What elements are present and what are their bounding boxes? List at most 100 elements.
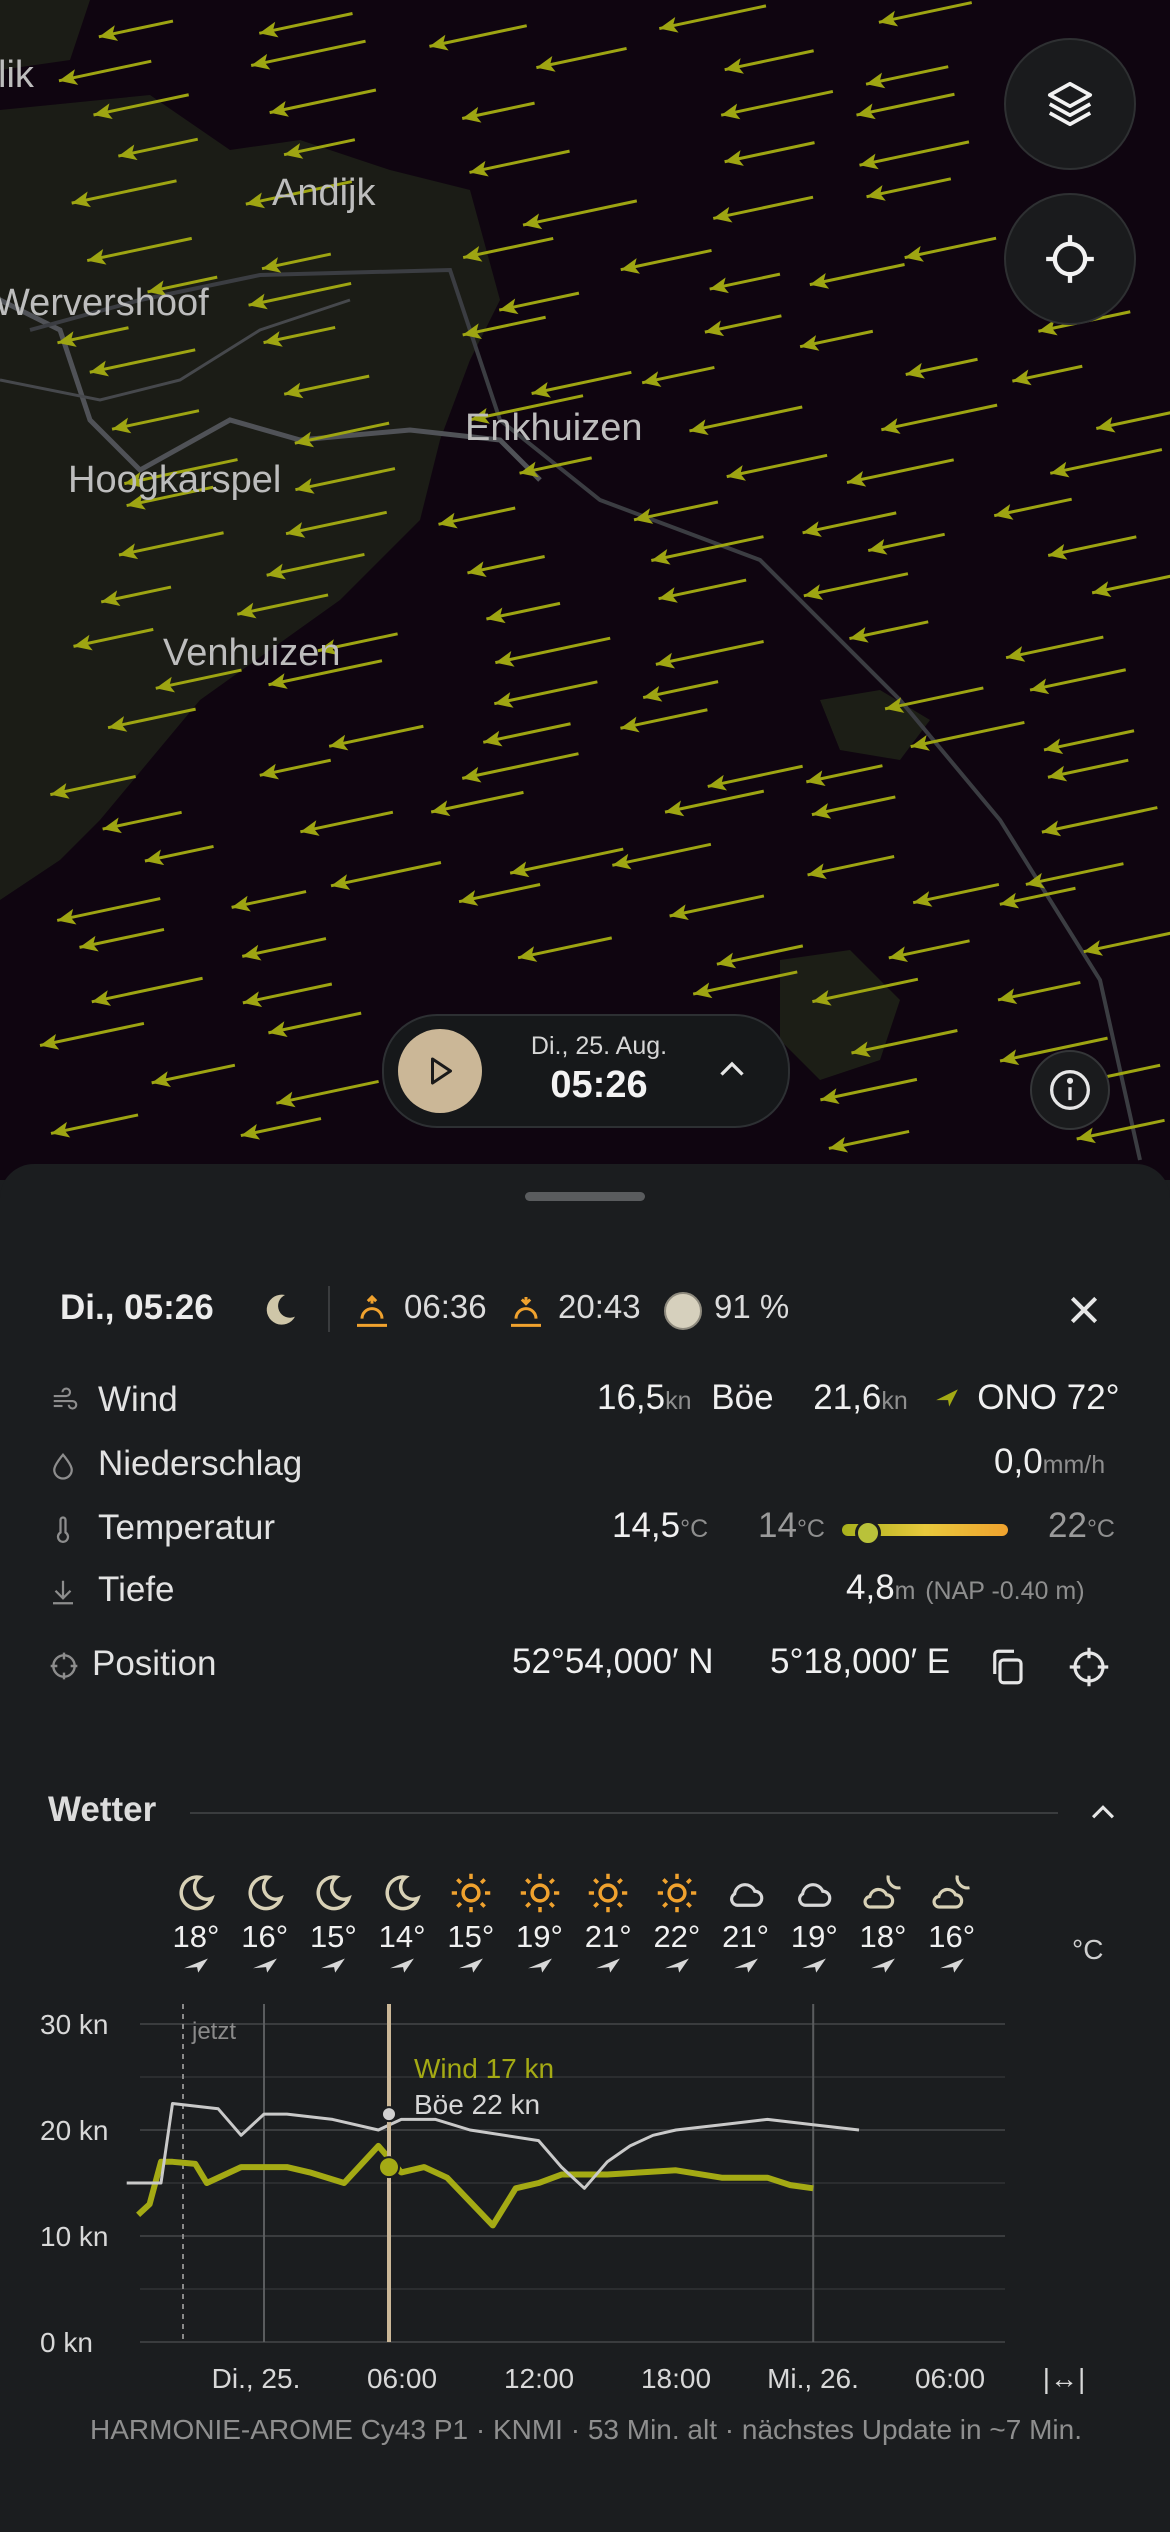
divider xyxy=(190,1812,1058,1814)
play-icon xyxy=(431,1057,452,1085)
wind-arrow xyxy=(650,535,764,565)
wind-arrow xyxy=(642,680,719,702)
precipitation-label: Niederschlag xyxy=(98,1444,303,1483)
wind-arrow xyxy=(50,1113,139,1138)
wind-arrow xyxy=(849,620,929,643)
wind-arrow xyxy=(658,4,767,33)
wind-arrow xyxy=(39,1021,145,1050)
wind-arrow xyxy=(458,883,541,906)
town-label: Enkhuizen xyxy=(465,407,643,449)
wind-arrow xyxy=(269,88,377,117)
wind-arrow xyxy=(866,177,952,201)
wind-map[interactable]: Andijk Wervershoof Enkhuizen Hoogkarspel… xyxy=(0,0,1170,1180)
wind-arrow xyxy=(498,291,580,315)
temperature-row: Temperatur 14,5°C 14°C 22°C xyxy=(0,1498,1170,1558)
wind-arrow xyxy=(1096,407,1170,433)
y-tick-label: 10 kn xyxy=(40,2221,109,2252)
now-label: jetzt xyxy=(191,2018,236,2045)
locate-icon[interactable] xyxy=(1068,1646,1110,1688)
wind-arrow xyxy=(799,329,874,351)
wind-arrow xyxy=(240,1117,322,1140)
sheet-handle[interactable] xyxy=(525,1192,645,1201)
hourly-forecast: 18° 16° 15° 14° 15° 19° 21° 22° 21° 19° 18° 16° xyxy=(0,1872,1170,2012)
wind-arrow xyxy=(809,263,905,289)
moon-phase-icon xyxy=(664,1292,702,1330)
wind-direction-arrow-icon xyxy=(321,1958,346,1973)
wind-arrow xyxy=(993,497,1072,520)
chevron-up-icon[interactable] xyxy=(714,1052,750,1088)
locate-button[interactable] xyxy=(1004,193,1136,325)
position-lon: 5°18,000′ E xyxy=(770,1642,951,1681)
play-button[interactable] xyxy=(398,1029,482,1113)
moon-icon xyxy=(248,1875,284,1911)
wind-arrow xyxy=(482,722,571,747)
hour-forecast-item: 22° xyxy=(643,1872,711,1980)
hour-temperature: 18° xyxy=(859,1919,907,1954)
y-tick-label: 30 kn xyxy=(40,2009,109,2040)
wind-series-line xyxy=(136,2142,814,2229)
wind-speed-unit: kn xyxy=(665,1387,692,1415)
y-tick-label: 20 kn xyxy=(40,2115,109,2146)
temperature-current-marker xyxy=(855,1520,881,1546)
hour-forecast-item: 14° xyxy=(368,1872,436,1980)
expand-range-icon[interactable]: |↔| xyxy=(1043,2363,1086,2394)
hour-temperature: 16° xyxy=(241,1919,289,1954)
wind-arrow xyxy=(881,403,998,434)
detail-sheet[interactable]: Di., 05:26 06:36 20:43 91 % Wind 16,5kn … xyxy=(0,1164,1170,2532)
gust-speed: 21,6 xyxy=(813,1378,882,1417)
timeline-control[interactable]: Di., 25. Aug. 05:26 xyxy=(382,1014,790,1128)
wind-arrow xyxy=(859,140,970,170)
x-tick-label: Mi., 26. xyxy=(767,2363,859,2394)
wind-arrow xyxy=(1049,448,1163,478)
cloud-icon xyxy=(798,1883,832,1907)
wind-arrow xyxy=(242,982,333,1007)
hour-forecast-item: 19° xyxy=(780,1872,848,1980)
wind-direction-arrow-icon xyxy=(184,1958,208,1973)
sun-icon xyxy=(588,1873,628,1913)
wind-arrow xyxy=(611,842,712,870)
hour-forecast-item: 16° xyxy=(918,1872,986,1980)
sun-icon xyxy=(657,1873,697,1913)
wind-arrow xyxy=(430,790,524,817)
wind-arrow xyxy=(519,456,593,478)
sun-icon xyxy=(451,1873,491,1913)
chevron-up-icon[interactable] xyxy=(1086,1796,1120,1830)
divider xyxy=(328,1286,330,1332)
wind-arrow xyxy=(58,59,152,85)
wind-direction: ONO 72° xyxy=(977,1378,1120,1417)
info-button[interactable] xyxy=(1030,1050,1110,1130)
wind-direction-arrow-icon xyxy=(252,1958,277,1973)
wind-arrow xyxy=(820,1077,918,1104)
wind-arrow xyxy=(1047,535,1137,560)
temperature-min: 14 xyxy=(758,1506,797,1545)
weather-section-header[interactable]: Wetter xyxy=(0,1778,1170,1848)
cloud-moon-icon xyxy=(932,1875,970,1909)
wind-arrow xyxy=(522,199,638,230)
layers-button[interactable] xyxy=(1004,38,1136,170)
moon-icon xyxy=(385,1875,421,1911)
close-icon[interactable] xyxy=(1064,1290,1104,1330)
town-label: Hoogkarspel xyxy=(68,459,282,501)
forecast-source-footer: HARMONIE-AROME Cy43 P1 · KNMI · 53 Min. … xyxy=(90,2414,1082,2445)
wind-direction-arrow-icon xyxy=(390,1958,415,1973)
wind-icon xyxy=(53,1387,78,1410)
wind-arrow xyxy=(633,500,719,524)
temperature-max-unit: °C xyxy=(1086,1515,1115,1543)
map-canvas xyxy=(0,0,1170,1161)
wind-row: Wind 16,5kn Böe 21,6kn ONO 72° xyxy=(0,1370,1170,1430)
moon-icon xyxy=(266,1294,295,1325)
wind-direction-arrow-icon xyxy=(458,1958,483,1973)
timeline-date: Di., 25. Aug. xyxy=(530,1032,668,1060)
copy-icon[interactable] xyxy=(986,1646,1028,1688)
cursor-gust-label: Böe 22 kn xyxy=(414,2089,540,2120)
wind-label: Wind xyxy=(98,1380,178,1419)
hour-temperature: 21° xyxy=(722,1919,770,1954)
temperature-unit-label: °C xyxy=(1072,1934,1104,1965)
sunset-icon xyxy=(511,1297,541,1327)
wind-chart[interactable]: 30 kn 20 kn 10 kn 0 kn jetzt Wind 17 kn Böe 22… xyxy=(0,2004,1170,2424)
wind-cursor-point xyxy=(378,2156,400,2179)
wind-arrow xyxy=(811,795,896,819)
wind-arrow xyxy=(429,24,528,51)
temperature-unit: °C xyxy=(680,1515,709,1543)
moon-icon xyxy=(179,1875,215,1911)
